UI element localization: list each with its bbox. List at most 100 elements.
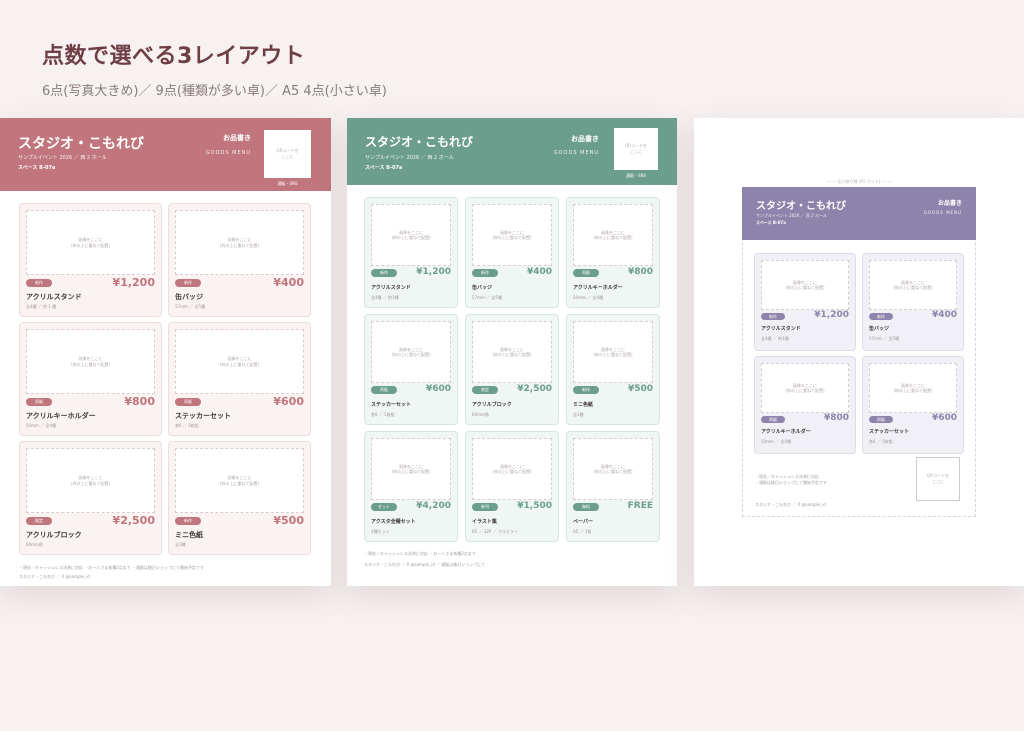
photo-placeholder: 画像をここに (枠の上に重ねて配置)	[371, 438, 451, 500]
item-price: ¥800	[124, 395, 155, 408]
item-spec: 4種セット	[371, 529, 390, 534]
item-badge: 新作	[869, 313, 893, 320]
menu-item-card: 画像をここに (枠の上に重ねて配置) 再販 ¥800 アクリルキーホルダー 50mm ／…	[566, 197, 660, 308]
menu-item-card: 画像をここに (枠の上に重ねて配置) 新作 ¥500 ミニ色紙 全3種	[566, 314, 660, 425]
item-spec: A5 ／ 1枚	[573, 529, 592, 534]
photo-placeholder: 画像をここに (枠の上に重ねて配置)	[761, 363, 849, 413]
shop-name: スタジオ・こもれび	[18, 136, 144, 152]
space-number: スペース B-07a	[756, 220, 786, 225]
footer-notes: ・現金／キャッシュレス決済に対応 ・お一人さま各種2点まで ・通販は後日ショップ…	[19, 565, 205, 570]
menu-item-card: 画像をここに (枠の上に重ねて配置) 再販 ¥800 アクリルキーホルダー 50mm ／…	[754, 356, 856, 454]
sheet-header: スタジオ・こもれびサンプルイベント 2026 ／ 西 2 ホール スペース B-0…	[347, 118, 677, 185]
qr-code-placeholder: QRコードを ここに	[614, 128, 658, 170]
item-spec: 57mm ／ 全5種	[175, 304, 205, 309]
page-title: 点数で選べる3レイアウト	[42, 44, 306, 69]
item-name: アクリルブロック	[26, 531, 82, 539]
item-name: ミニ色紙	[175, 531, 203, 539]
item-name: ミニ色紙	[573, 402, 594, 408]
item-badge: 無料	[573, 503, 599, 511]
shop-name: スタジオ・こもれび	[756, 201, 846, 212]
photo-placeholder: 画像をここに (枠の上に重ねて配置)	[175, 329, 304, 394]
photo-placeholder: 画像をここに (枠の上に重ねて配置)	[869, 363, 957, 413]
menu-item-card: 画像をここに (枠の上に重ねて配置) 無料 FREE ペーパー A5 ／ 1枚	[566, 431, 660, 542]
item-spec: 全4種 ／ 約1種	[371, 295, 399, 300]
cut-guide-label: — — 切り取り線 (A5 ガイド) — —	[826, 179, 892, 184]
menu-subtitle: GOODS MENU	[553, 150, 599, 156]
event-name: サンプルイベント 2026 ／ 西 2 ホール	[365, 155, 454, 161]
menu-item-card: 画像をここに (枠の上に重ねて配置) 新作 ¥1,200 アクリルスタンド 全4種 ／ …	[754, 253, 856, 351]
item-badge: 新作	[175, 279, 201, 287]
item-badge: 再販	[761, 416, 785, 423]
menu-item-card: 画像をここに (枠の上に重ねて配置) 再販 ¥600 ステッカーセット 各6 ／ 5枚組	[364, 314, 458, 425]
photo-placeholder: 画像をここに (枠の上に重ねて配置)	[371, 204, 451, 266]
item-name: アクリルスタンド	[371, 285, 411, 291]
item-spec: 57mm ／ 全5種	[869, 336, 899, 341]
item-spec: 全3種	[175, 542, 186, 547]
item-price: ¥600	[931, 413, 957, 423]
qr-code-placeholder: QRコードを ここに	[916, 457, 960, 501]
photo-placeholder: 画像をここに (枠の上に重ねて配置)	[472, 321, 552, 383]
item-name: アクリルスタンド	[761, 326, 801, 332]
item-name: ステッカーセット	[371, 402, 412, 408]
shop-name: スタジオ・こもれび	[365, 135, 474, 149]
item-name: 缶バッジ	[869, 326, 890, 332]
menu-item-card: 画像をここに (枠の上に重ねて配置) 再販 ¥600 ステッカーセット 各6 ／ 5枚組	[862, 356, 964, 454]
item-badge: 新刊	[472, 503, 498, 511]
item-spec: 50mm ／ 全4種	[26, 423, 56, 428]
photo-placeholder: 画像をここに (枠の上に重ねて配置)	[573, 321, 653, 383]
item-price: FREE	[627, 501, 653, 511]
item-price: ¥4,200	[416, 501, 451, 511]
menu-subtitle: GOODS MENU	[205, 150, 251, 156]
footer-credit: スタジオ・こもれび ／ X @sample_id ／ 通販は後日ショップにて	[364, 562, 486, 567]
item-badge: セット	[371, 503, 397, 511]
footer-notes: ・現金／キャッシュレス決済に対応 ・通販は後日ショップにて開始予定です	[755, 474, 827, 485]
item-badge: 新作	[26, 279, 52, 287]
menu-item-card: 画像をここに (枠の上に重ねて配置) 新作 ¥400 缶バッジ 57mm ／ 全5種	[168, 203, 311, 317]
menu-item-card: 画像をここに (枠の上に重ねて配置) セット ¥4,200 アクスタ全種セット 4種セッ…	[364, 431, 458, 542]
qr-code-placeholder: QRコードを ここに	[264, 130, 311, 178]
item-spec: 各6 ／ 5枚組	[371, 412, 395, 417]
item-badge: 再販	[26, 398, 52, 406]
item-price: ¥600	[273, 395, 304, 408]
menu-item-card: 画像をここに (枠の上に重ねて配置) 再販 ¥800 アクリルキーホルダー 50mm ／…	[19, 322, 162, 436]
event-name: サンプルイベント 2026 ／ 西 2 ホール	[756, 213, 827, 218]
item-badge: 再販	[175, 398, 201, 406]
item-name: ステッカーセット	[869, 429, 910, 435]
item-spec: 全3種	[573, 412, 584, 417]
item-badge: 再販	[869, 416, 893, 423]
item-name: 缶バッジ	[175, 293, 203, 301]
item-badge: 限定	[472, 386, 498, 394]
item-spec: 57mm ／ 全5種	[472, 295, 502, 300]
photo-placeholder: 画像をここに (枠の上に重ねて配置)	[26, 210, 155, 275]
space-number: スペース B-07a	[365, 165, 403, 171]
photo-placeholder: 画像をここに (枠の上に重ねて配置)	[869, 260, 957, 310]
item-price: ¥1,500	[517, 501, 552, 511]
photo-placeholder: 画像をここに (枠の上に重ねて配置)	[26, 329, 155, 394]
menu-item-card: 画像をここに (枠の上に重ねて配置) 新作 ¥1,200 アクリルスタンド 全4種 ／ …	[19, 203, 162, 317]
item-price: ¥400	[526, 267, 552, 277]
item-price: ¥400	[273, 276, 304, 289]
photo-placeholder: 画像をここに (枠の上に重ねて配置)	[472, 204, 552, 266]
photo-placeholder: 画像をここに (枠の上に重ねて配置)	[26, 448, 155, 513]
item-price: ¥1,200	[416, 267, 451, 277]
item-name: ペーパー	[573, 519, 593, 525]
item-spec: 全4種 ／ 約1種	[761, 336, 789, 341]
photo-placeholder: 画像をここに (枠の上に重ねて配置)	[371, 321, 451, 383]
menu-title: お品書き	[937, 200, 962, 207]
qr-caption: 通販・SNS	[277, 181, 298, 186]
item-spec: 60mm角	[26, 542, 43, 547]
item-name: アクスタ全種セット	[371, 519, 416, 525]
item-badge: 限定	[26, 517, 52, 525]
item-price: ¥400	[931, 310, 957, 320]
sheet-header: スタジオ・こもれび サンプルイベント 2026 ／ 西 2 ホール スペース B-0…	[0, 118, 331, 191]
menu-item-card: 画像をここに (枠の上に重ねて配置) 新作 ¥1,200 アクリルスタンド 全4種 ／ …	[364, 197, 458, 308]
photo-placeholder: 画像をここに (枠の上に重ねて配置)	[573, 204, 653, 266]
item-price: ¥1,200	[112, 276, 155, 289]
sheet-header: スタジオ・こもれび サンプルイベント 2026 ／ 西 2 ホール スペース B-0…	[742, 187, 976, 240]
sheet-6-items: スタジオ・こもれび サンプルイベント 2026 ／ 西 2 ホール スペース B-0…	[0, 118, 331, 586]
item-price: ¥800	[823, 413, 849, 423]
menu-item-card: 画像をここに (枠の上に重ねて配置) 新刊 ¥1,500 イラスト集 B5 ／ 32P …	[465, 431, 559, 542]
photo-placeholder: 画像をここに (枠の上に重ねて配置)	[175, 210, 304, 275]
item-price: ¥500	[273, 514, 304, 527]
item-name: ステッカーセット	[175, 412, 231, 420]
